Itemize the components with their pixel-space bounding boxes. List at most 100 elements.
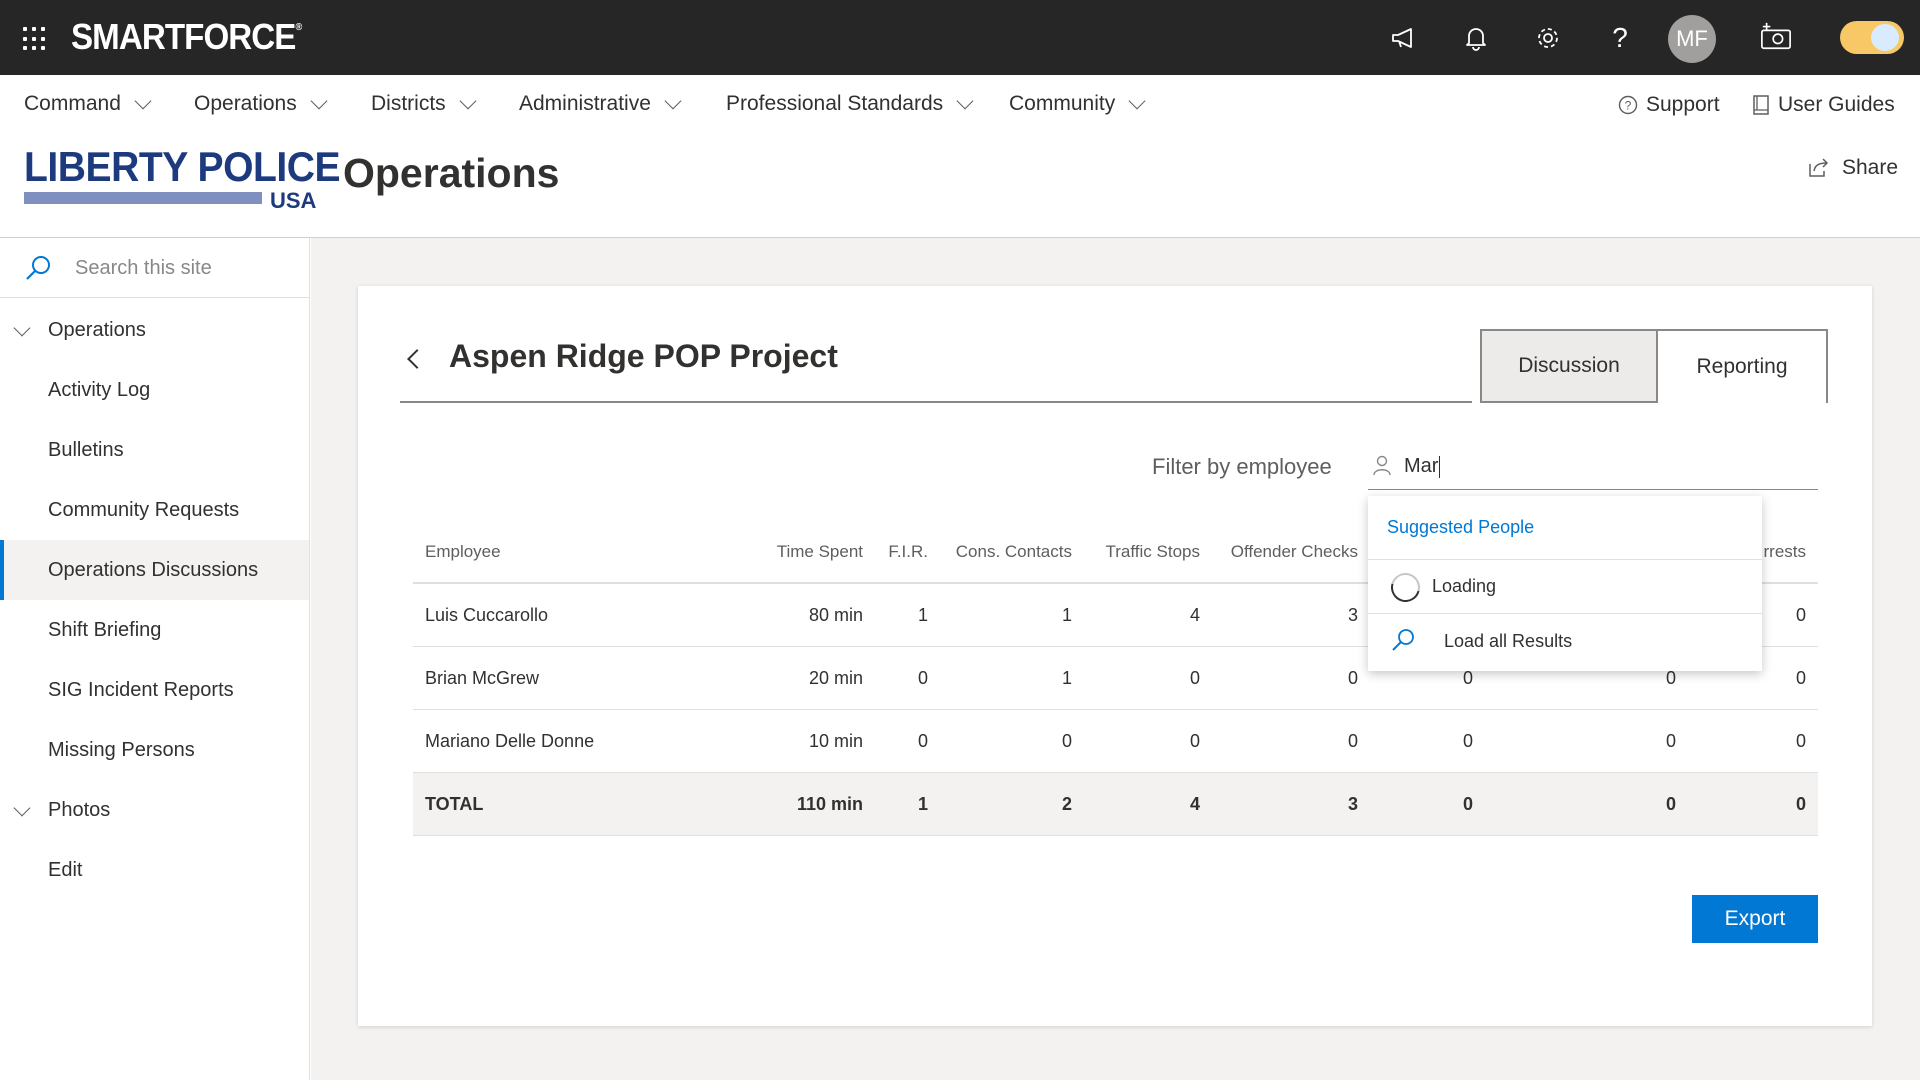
title-divider — [400, 401, 1472, 403]
share-button[interactable]: Share — [1808, 156, 1898, 180]
table-cell: 1 — [1061, 604, 1072, 625]
nav-districts[interactable]: Districts — [371, 92, 477, 116]
search-input[interactable]: Search this site — [75, 257, 212, 280]
total-cell: TOTAL — [425, 793, 484, 814]
nav-label: Districts — [371, 92, 446, 115]
text-cursor — [1439, 455, 1441, 478]
table-cell: 10 min — [808, 730, 863, 751]
employee-filter-input[interactable]: Mar — [1368, 444, 1818, 490]
table-cell: 0 — [1462, 730, 1473, 751]
settings-gear-icon[interactable] — [1532, 22, 1564, 54]
table-cell: 1 — [1061, 667, 1072, 688]
user-avatar[interactable]: MF — [1668, 15, 1716, 63]
table-cell: 20 min — [808, 667, 863, 688]
tab-reporting[interactable]: Reporting — [1656, 329, 1828, 403]
leftnav-label: Community Requests — [48, 498, 240, 521]
table-cell: 0 — [1795, 730, 1806, 751]
support-link[interactable]: ? Support — [1618, 93, 1720, 117]
table-cell: Mariano Delle Donne — [425, 730, 595, 751]
column-header[interactable]: Offender Checks — [1231, 522, 1358, 582]
loading-label: Loading — [1432, 576, 1497, 596]
nav-label: Command — [24, 92, 121, 115]
project-title: Aspen Ridge POP Project — [449, 338, 838, 374]
notifications-bell-icon[interactable] — [1460, 22, 1492, 54]
back-chevron-icon[interactable] — [407, 349, 427, 369]
table-cell: Luis Cuccarollo — [425, 604, 549, 625]
table-cell: 0 — [1347, 667, 1358, 688]
column-header[interactable]: F.I.R. — [888, 522, 928, 582]
total-cell: 110 min — [796, 793, 863, 814]
question-circle-icon: ? — [1618, 95, 1638, 115]
table-cell: 0 — [1189, 667, 1200, 688]
load-all-results-button[interactable]: Load all Results — [1368, 614, 1762, 668]
theme-toggle[interactable] — [1840, 21, 1904, 54]
leftnav-photos[interactable]: Photos — [0, 780, 309, 840]
leftnav-shift-briefing[interactable]: Shift Briefing — [0, 600, 309, 660]
loading-row: Loading — [1368, 560, 1762, 614]
nav-command[interactable]: Command — [24, 92, 152, 116]
liberty-police-logo[interactable]: LIBERTY POLICE USA — [24, 143, 341, 213]
tab-discussion[interactable]: Discussion — [1480, 329, 1656, 403]
leftnav-operations[interactable]: Operations — [0, 300, 309, 360]
filter-value: Mar — [1404, 455, 1439, 477]
leftnav-activity-log[interactable]: Activity Log — [0, 360, 309, 420]
logo-text: LIBERTY POLICE — [24, 143, 341, 190]
leftnav-label: Bulletins — [48, 438, 124, 461]
chevron-down-icon — [134, 92, 152, 110]
app-launcher-icon[interactable] — [23, 27, 47, 51]
column-header[interactable]: Time Spent — [777, 522, 863, 582]
table-cell: 80 min — [808, 604, 863, 625]
chevron-down-icon — [13, 799, 31, 817]
leftnav-bulletins[interactable]: Bulletins — [0, 420, 309, 480]
leftnav-label: SIG Incident Reports — [48, 678, 234, 701]
suggested-people-header: Suggested People — [1368, 496, 1762, 560]
chevron-down-icon — [13, 319, 31, 337]
share-label: Share — [1842, 156, 1899, 179]
share-icon — [1809, 158, 1829, 177]
user-guides-link[interactable]: User Guides — [1752, 93, 1895, 117]
nav-operations[interactable]: Operations — [194, 92, 328, 116]
search-icon — [26, 256, 50, 280]
site-search[interactable]: Search this site — [0, 238, 309, 298]
table-cell: Brian McGrew — [425, 667, 540, 688]
nav-community[interactable]: Community — [1009, 92, 1146, 116]
brand-name[interactable]: SMARTFORCE® — [71, 16, 302, 58]
svg-text:?: ? — [1625, 99, 1632, 113]
column-header[interactable]: Cons. Contacts — [956, 522, 1072, 582]
table-row[interactable]: Mariano Delle Donne 10 min 0 0 0 0 0 0 0 — [413, 710, 1818, 773]
column-header[interactable]: Employee — [425, 522, 501, 582]
help-icon[interactable]: ? — [1604, 22, 1636, 54]
nav-professional-standards[interactable]: Professional Standards — [726, 92, 974, 116]
leftnav-label: Operations Discussions — [48, 558, 259, 581]
camera-add-icon[interactable] — [1760, 20, 1792, 52]
leftnav-edit[interactable]: Edit — [0, 840, 309, 900]
nav-label: Community — [1009, 92, 1116, 115]
search-icon — [1392, 629, 1414, 651]
chevron-down-icon — [664, 92, 682, 110]
leftnav-operations-discussions[interactable]: Operations Discussions — [0, 540, 309, 600]
column-header[interactable]: rrests — [1764, 522, 1807, 582]
nav-administrative[interactable]: Administrative — [519, 92, 682, 116]
table-cell: 0 — [1795, 604, 1806, 625]
support-label: Support — [1646, 93, 1720, 116]
nav-label: Professional Standards — [726, 92, 944, 115]
leftnav-community-requests[interactable]: Community Requests — [0, 480, 309, 540]
theme-toggle-knob — [1871, 24, 1899, 51]
table-cell: 3 — [1347, 604, 1358, 625]
top-navigation: Command Operations Districts Administrat… — [0, 75, 1920, 135]
export-button[interactable]: Export — [1692, 895, 1818, 943]
table-cell: 0 — [1347, 730, 1358, 751]
suggested-people-dropdown: Suggested People Loading Load all Result… — [1368, 496, 1762, 671]
table-cell: 0 — [917, 730, 928, 751]
leftnav-missing-persons[interactable]: Missing Persons — [0, 720, 309, 780]
leftnav-sig-incident-reports[interactable]: SIG Incident Reports — [0, 660, 309, 720]
chevron-down-icon — [459, 92, 477, 110]
column-header[interactable]: Traffic Stops — [1106, 522, 1200, 582]
left-navigation: Search this site Operations Activity Log… — [0, 238, 310, 1080]
leftnav-label: Photos — [48, 798, 111, 821]
megaphone-icon[interactable] — [1388, 22, 1420, 54]
filter-label: Filter by employee — [1152, 454, 1332, 479]
leftnav-label: Shift Briefing — [48, 618, 162, 641]
table-cell: 0 — [917, 667, 928, 688]
chevron-down-icon — [1128, 92, 1146, 110]
